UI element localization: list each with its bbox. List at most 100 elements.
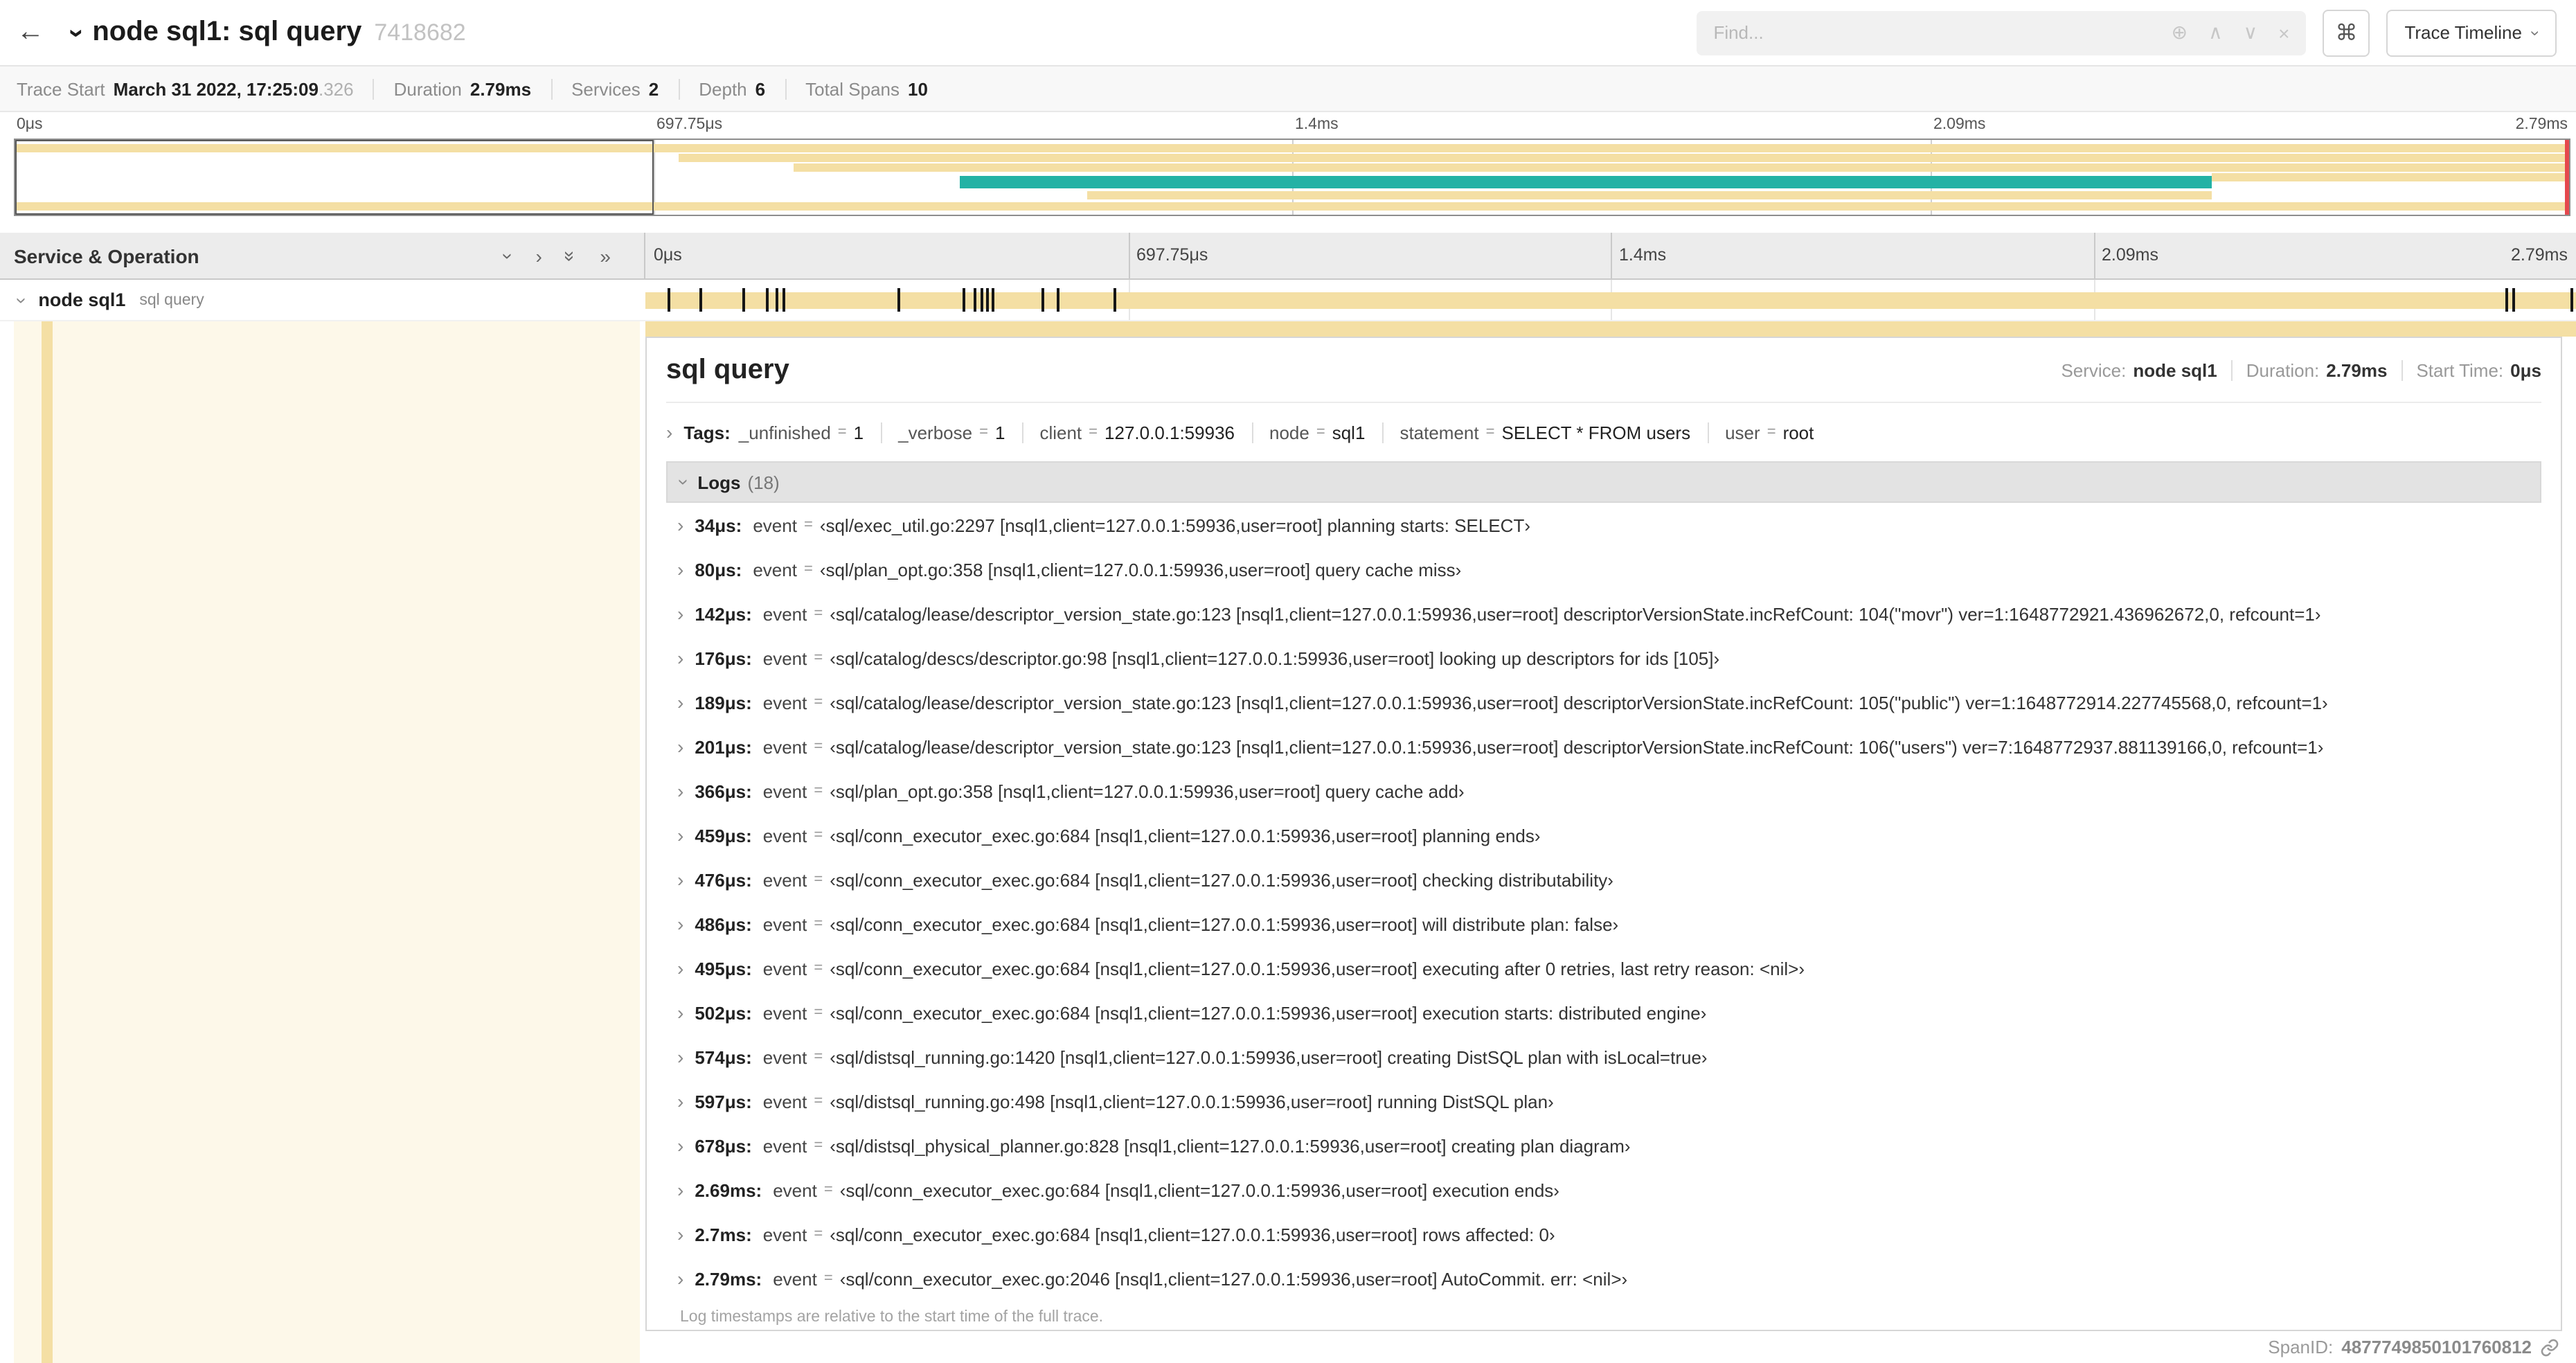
plus-circle-icon[interactable]: ⊕ <box>2172 21 2188 44</box>
log-entry[interactable]: 201μs: event = ‹sql/catalog/lease/descri… <box>666 724 2541 769</box>
link-icon[interactable] <box>2540 1337 2559 1357</box>
log-entry[interactable]: 2.7ms: event = ‹sql/conn_executor_exec.g… <box>666 1212 2541 1256</box>
summary-suffix: .326 <box>318 78 354 99</box>
summary-value: March 31 2022, 17:25:09 <box>113 78 319 99</box>
log-entry[interactable]: 189μs: event = ‹sql/catalog/lease/descri… <box>666 680 2541 724</box>
log-entry[interactable]: 142μs: event = ‹sql/catalog/lease/descri… <box>666 591 2541 636</box>
logs-footer-note: Log timestamps are relative to the start… <box>680 1309 1104 1326</box>
summary-item: Depth 6 <box>678 78 765 99</box>
log-entry[interactable]: 678μs: event = ‹sql/distsql_physical_pla… <box>666 1123 2541 1168</box>
chevron-down-icon[interactable] <box>675 479 695 485</box>
log-timestamp: 502μs: <box>695 1002 752 1023</box>
equals-sign: = <box>814 605 823 622</box>
back-button[interactable]: ← <box>0 0 61 65</box>
log-key: event <box>762 825 807 846</box>
tag-value: SELECT * FROM users <box>1501 422 1691 443</box>
log-entry[interactable]: 2.69ms: event = ‹sql/conn_executor_exec.… <box>666 1168 2541 1212</box>
log-value: ‹sql/exec_util.go:2297 [nsql1,client=127… <box>819 515 1530 535</box>
find-input[interactable] <box>1697 22 2172 43</box>
log-entry[interactable]: 366μs: event = ‹sql/plan_opt.go:358 [nsq… <box>666 769 2541 813</box>
log-entry[interactable]: 495μs: event = ‹sql/conn_executor_exec.g… <box>666 946 2541 990</box>
chevron-right-icon[interactable] <box>677 1224 683 1244</box>
chevron-right-icon[interactable] <box>677 781 683 801</box>
chevron-right-icon[interactable] <box>677 560 683 579</box>
clear-find-icon[interactable]: × <box>2278 21 2289 44</box>
chevron-right-icon[interactable] <box>677 693 683 712</box>
span-duration-bar[interactable] <box>645 292 2576 309</box>
chevron-right-icon[interactable] <box>677 914 683 934</box>
log-entry[interactable]: 574μs: event = ‹sql/distsql_running.go:1… <box>666 1035 2541 1079</box>
log-entry[interactable]: 502μs: event = ‹sql/conn_executor_exec.g… <box>666 990 2541 1035</box>
log-entry[interactable]: 476μs: event = ‹sql/conn_executor_exec.g… <box>666 857 2541 902</box>
chevron-right-icon[interactable] <box>666 422 672 442</box>
chevron-right-icon[interactable] <box>677 1003 683 1022</box>
chevron-right-icon[interactable] <box>677 648 683 668</box>
trace-id: 7418682 <box>374 19 466 45</box>
chevron-right-icon[interactable] <box>677 1092 683 1111</box>
log-timestamp: 176μs: <box>695 648 752 668</box>
chevron-right-icon[interactable] <box>677 870 683 889</box>
log-value: ‹sql/catalog/lease/descriptor_version_st… <box>830 736 2324 757</box>
chevron-right-icon[interactable] <box>677 1136 683 1155</box>
logs-count: (18) <box>747 472 780 492</box>
summary-item: Total Spans 10 <box>785 78 928 99</box>
log-entry[interactable]: 176μs: event = ‹sql/catalog/descs/descri… <box>666 636 2541 680</box>
minimap-canvas[interactable] <box>14 139 2570 216</box>
meta-value: 2.79ms <box>2326 359 2388 380</box>
log-key: event <box>762 1224 807 1245</box>
chevron-right-icon[interactable] <box>677 1269 683 1288</box>
log-value: ‹sql/conn_executor_exec.go:2046 [nsql1,c… <box>839 1268 1628 1289</box>
collapse-trace-chevron-icon[interactable] <box>63 28 91 37</box>
equals-sign: = <box>814 1137 823 1154</box>
span-row-label[interactable]: node sql1 sql query <box>0 280 645 320</box>
log-entry[interactable]: 486μs: event = ‹sql/conn_executor_exec.g… <box>666 902 2541 946</box>
expand-one-icon[interactable] <box>535 246 542 265</box>
equals-sign: = <box>1089 424 1098 440</box>
collapse-all-icon[interactable] <box>562 250 581 261</box>
summary-label: Duration <box>393 78 462 99</box>
log-value: ‹sql/catalog/lease/descriptor_version_st… <box>830 603 2321 624</box>
expand-all-icon[interactable] <box>600 246 611 265</box>
minimap-viewport[interactable] <box>15 140 654 215</box>
chevron-right-icon[interactable] <box>677 1047 683 1067</box>
logs-section-header[interactable]: Logs (18) <box>666 461 2541 503</box>
log-key: event <box>762 1002 807 1023</box>
minimap-scrubber[interactable] <box>2565 140 2569 215</box>
equals-sign: = <box>823 1270 833 1287</box>
equals-sign: = <box>814 1226 823 1242</box>
log-marker-tick <box>782 288 786 312</box>
equals-sign: = <box>814 1093 823 1110</box>
log-timestamp: 2.69ms: <box>695 1179 762 1200</box>
log-value: ‹sql/conn_executor_exec.go:684 [nsql1,cl… <box>830 958 1805 979</box>
find-prev-icon[interactable]: ∧ <box>2208 21 2223 44</box>
tags-row[interactable]: Tags: _unfinished = 1 _verbose = 1 <box>666 414 2541 450</box>
log-entry[interactable]: 80μs: event = ‹sql/plan_opt.go:358 [nsql… <box>666 547 2541 591</box>
chevron-right-icon[interactable] <box>677 959 683 978</box>
log-entry[interactable]: 597μs: event = ‹sql/distsql_running.go:4… <box>666 1079 2541 1123</box>
minimap-tick: 1.4ms <box>1295 116 1339 133</box>
chevron-right-icon[interactable] <box>677 515 683 535</box>
log-marker-tick <box>985 288 989 312</box>
log-timestamp: 366μs: <box>695 781 752 801</box>
log-marker-tick <box>765 288 769 312</box>
chevron-right-icon[interactable] <box>677 1180 683 1200</box>
log-entry[interactable]: 2.79ms: event = ‹sql/conn_executor_exec.… <box>666 1256 2541 1301</box>
log-key: event <box>762 914 807 934</box>
minimap-span-bar <box>960 176 2212 188</box>
timeline-tick: 697.75μs <box>1136 245 1208 265</box>
log-entry[interactable]: 34μs: event = ‹sql/exec_util.go:2297 [ns… <box>666 503 2541 547</box>
log-entry[interactable]: 459μs: event = ‹sql/conn_executor_exec.g… <box>666 813 2541 857</box>
find-next-icon[interactable]: ∨ <box>2244 21 2258 44</box>
chevron-down-icon[interactable] <box>13 296 33 303</box>
chevron-right-icon[interactable] <box>677 826 683 845</box>
minimap-span-bar <box>2211 173 2569 181</box>
collapse-one-icon[interactable] <box>499 252 519 258</box>
keyboard-shortcuts-button[interactable]: ⌘ <box>2323 9 2370 56</box>
chevron-right-icon[interactable] <box>677 737 683 756</box>
log-timestamp: 574μs: <box>695 1046 752 1067</box>
trace-timeline-dropdown[interactable]: Trace Timeline <box>2386 9 2557 56</box>
equals-sign: = <box>814 650 823 666</box>
tag-key: user <box>1725 422 1760 443</box>
chevron-right-icon[interactable] <box>677 604 683 623</box>
span-row[interactable]: node sql1 sql query <box>0 280 2576 321</box>
